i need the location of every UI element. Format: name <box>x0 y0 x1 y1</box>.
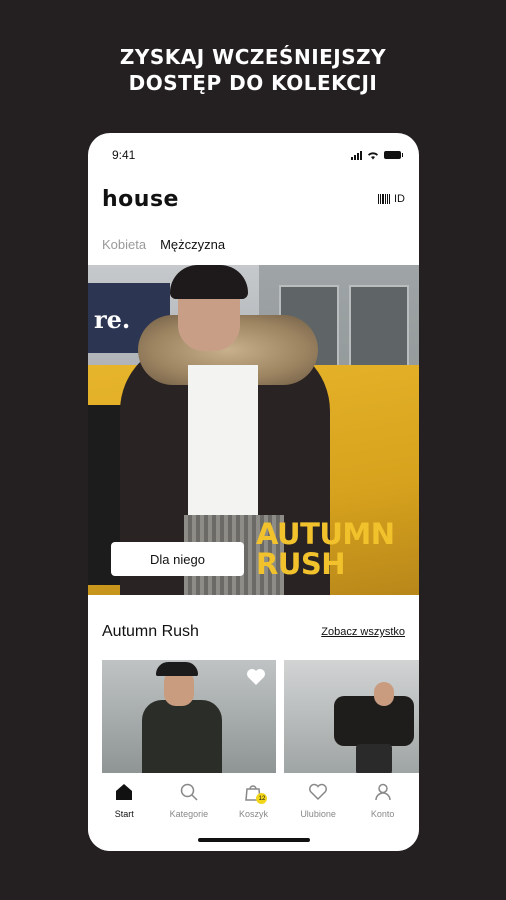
home-indicator[interactable] <box>198 838 310 842</box>
nav-label-koszyk: Koszyk <box>238 809 268 819</box>
promo-headline: ZYSKAJ WCZEŚNIEJSZY DOSTĘP DO KOLEKCJI <box>0 44 506 96</box>
tab-mezczyzna[interactable]: Mężczyzna <box>160 237 225 252</box>
phone-screen: 9:41 HOUSE ID Kobieta Mężczyzna re. <box>88 133 419 851</box>
for-him-button[interactable]: Dla niego <box>111 542 244 576</box>
user-icon <box>372 781 394 803</box>
product-card[interactable] <box>102 660 276 775</box>
bottom-navigation: Start Kategorie 12 Koszyk Ulubione Konto <box>88 773 419 851</box>
section-title: Autumn Rush <box>102 623 199 640</box>
hero-sign-text: re. <box>94 305 131 334</box>
gender-tabs: Kobieta Mężczyzna <box>102 237 225 252</box>
product-card[interactable] <box>284 660 419 775</box>
nav-label-start: Start <box>114 809 134 819</box>
battery-icon <box>384 151 403 159</box>
barcode-icon <box>377 194 390 204</box>
member-id-button[interactable]: ID <box>377 193 405 205</box>
cart-count-badge: 12 <box>256 793 268 804</box>
status-icons <box>351 150 403 160</box>
hero-title: AUTUMN RUSH <box>256 517 395 581</box>
promo-headline-line-2: DOSTĘP DO KOLEKCJI <box>128 71 378 95</box>
nav-label-konto: Konto <box>370 809 395 819</box>
wifi-icon <box>368 151 378 159</box>
favorite-heart-icon[interactable] <box>246 668 266 686</box>
nav-item-konto[interactable]: Konto <box>353 781 413 851</box>
status-bar: 9:41 <box>112 147 403 163</box>
see-all-link[interactable]: Zobacz wszystko <box>321 626 405 638</box>
member-id-label: ID <box>394 193 405 205</box>
status-time: 9:41 <box>112 148 136 162</box>
brand-logo[interactable]: HOUSE <box>102 187 179 212</box>
tab-kobieta[interactable]: Kobieta <box>102 237 146 252</box>
app-header: HOUSE ID <box>102 187 405 212</box>
signal-icon <box>351 150 362 160</box>
collection-section-header: Autumn Rush Zobacz wszystko <box>102 623 405 641</box>
home-icon <box>113 781 135 803</box>
promo-headline-line-1: ZYSKAJ WCZEŚNIEJSZY <box>119 45 387 69</box>
heart-icon <box>307 781 329 803</box>
nav-label-ulubione: Ulubione <box>300 809 336 819</box>
search-icon <box>178 781 200 803</box>
nav-label-kategorie: Kategorie <box>169 809 209 819</box>
hero-banner[interactable]: re. AUTUMN RUSH Dla niego <box>88 265 419 595</box>
product-carousel[interactable] <box>102 660 419 775</box>
bag-icon: 12 <box>242 781 268 804</box>
nav-item-start[interactable]: Start <box>94 781 154 851</box>
